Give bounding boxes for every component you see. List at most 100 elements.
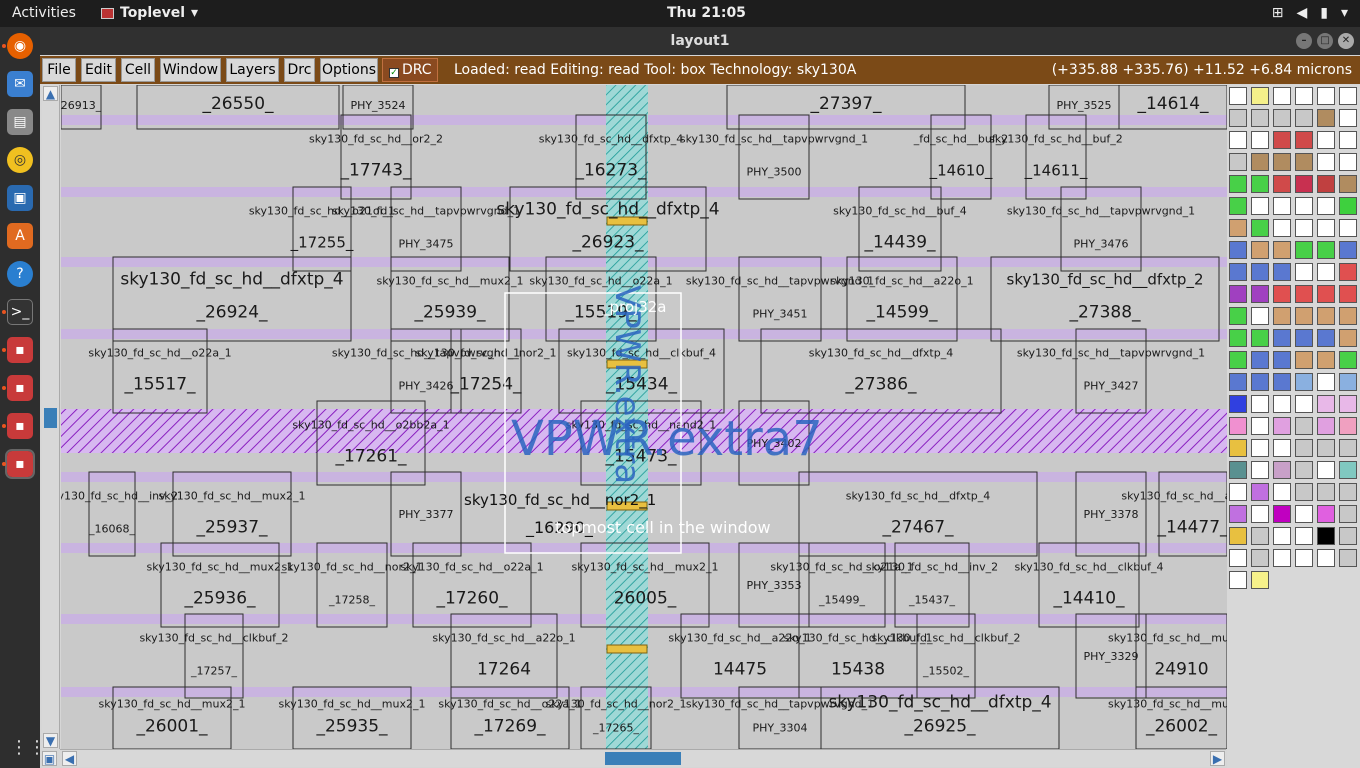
layer-swatch[interactable]: [1295, 197, 1313, 215]
layer-swatch[interactable]: [1251, 395, 1269, 413]
layer-swatch[interactable]: [1273, 175, 1291, 193]
layer-swatch[interactable]: [1229, 351, 1247, 369]
libreoffice-writer-icon[interactable]: ▣: [7, 185, 33, 211]
layer-swatch[interactable]: [1251, 329, 1269, 347]
layer-swatch[interactable]: [1295, 417, 1313, 435]
layer-swatch[interactable]: [1273, 461, 1291, 479]
scroll-down-arrow-icon[interactable]: ▼: [43, 733, 58, 748]
layer-swatch[interactable]: [1229, 483, 1247, 501]
cell-outline[interactable]: [1075, 328, 1147, 414]
layer-swatch[interactable]: [1295, 439, 1313, 457]
layer-swatch[interactable]: [1229, 571, 1247, 589]
layer-swatch[interactable]: [1229, 395, 1247, 413]
layer-swatch[interactable]: [1295, 153, 1313, 171]
layer-swatch[interactable]: [1295, 549, 1313, 567]
cell-outline[interactable]: [390, 256, 510, 342]
layer-swatch[interactable]: [1229, 131, 1247, 149]
firefox-icon[interactable]: ◉: [7, 33, 33, 59]
magic-window-icon[interactable]: ▪: [7, 337, 33, 363]
layer-swatch[interactable]: [1229, 527, 1247, 545]
cell-outline[interactable]: [112, 328, 208, 414]
layer-swatch[interactable]: [1273, 131, 1291, 149]
horizontal-scroll-thumb[interactable]: [605, 752, 681, 765]
layer-swatch[interactable]: [1273, 483, 1291, 501]
layer-swatch[interactable]: [1229, 439, 1247, 457]
layer-swatch[interactable]: [1339, 461, 1357, 479]
layer-swatch[interactable]: [1317, 263, 1335, 281]
layer-swatch[interactable]: [1273, 417, 1291, 435]
layer-swatch[interactable]: [1339, 549, 1357, 567]
layer-swatch[interactable]: [1273, 373, 1291, 391]
activities-button[interactable]: Activities: [12, 5, 76, 21]
layer-swatch[interactable]: [1317, 329, 1335, 347]
layer-swatch[interactable]: [1339, 241, 1357, 259]
layer-swatch[interactable]: [1339, 219, 1357, 237]
layer-swatch[interactable]: [1229, 373, 1247, 391]
layer-swatch[interactable]: [1339, 373, 1357, 391]
layer-swatch[interactable]: [1273, 439, 1291, 457]
layer-swatch[interactable]: [1273, 527, 1291, 545]
layer-swatch[interactable]: [1317, 483, 1335, 501]
layer-swatch[interactable]: [1251, 571, 1269, 589]
files-icon[interactable]: ▤: [7, 109, 33, 135]
layer-swatch[interactable]: [1339, 329, 1357, 347]
layer-swatch[interactable]: [1295, 307, 1313, 325]
layer-swatch[interactable]: [1295, 505, 1313, 523]
layer-swatch[interactable]: [1251, 241, 1269, 259]
layer-swatch[interactable]: [1339, 263, 1357, 281]
menu-window[interactable]: Window: [160, 58, 221, 82]
help-icon[interactable]: ?: [7, 261, 33, 287]
scroll-right-arrow-icon[interactable]: ▶: [1210, 751, 1225, 766]
layer-swatch[interactable]: [1317, 307, 1335, 325]
layer-swatch[interactable]: [1229, 329, 1247, 347]
layer-swatch[interactable]: [1251, 505, 1269, 523]
layer-swatch[interactable]: [1273, 197, 1291, 215]
layer-swatch[interactable]: [1251, 351, 1269, 369]
layer-swatch[interactable]: [1273, 219, 1291, 237]
layer-swatch[interactable]: [1295, 285, 1313, 303]
layer-swatch[interactable]: [1273, 285, 1291, 303]
layer-swatch[interactable]: [1317, 87, 1335, 105]
layer-swatch[interactable]: [1251, 131, 1269, 149]
minimize-icon[interactable]: –: [1296, 33, 1312, 49]
layer-swatch[interactable]: [1229, 285, 1247, 303]
layer-swatch[interactable]: [1273, 505, 1291, 523]
layer-swatch[interactable]: [1273, 241, 1291, 259]
software-center-icon[interactable]: A: [7, 223, 33, 249]
layer-swatch[interactable]: [1295, 461, 1313, 479]
layer-swatch[interactable]: [1339, 417, 1357, 435]
layer-swatch[interactable]: [1273, 87, 1291, 105]
layer-swatch[interactable]: [1317, 461, 1335, 479]
layer-swatch[interactable]: [1229, 219, 1247, 237]
layer-swatch[interactable]: [1339, 131, 1357, 149]
layer-swatch[interactable]: [1229, 461, 1247, 479]
layer-swatch[interactable]: [1251, 87, 1269, 105]
layer-swatch[interactable]: [1229, 153, 1247, 171]
layer-swatch[interactable]: [1339, 483, 1357, 501]
cell-outline[interactable]: [738, 256, 822, 342]
layer-swatch[interactable]: [1251, 307, 1269, 325]
layer-swatch[interactable]: [1317, 373, 1335, 391]
layer-swatch[interactable]: [1295, 527, 1313, 545]
rhythmbox-icon[interactable]: ◎: [7, 147, 33, 173]
layer-swatch[interactable]: [1295, 351, 1313, 369]
layer-swatch[interactable]: [1317, 131, 1335, 149]
layer-swatch[interactable]: [1317, 197, 1335, 215]
layer-swatch[interactable]: [1273, 109, 1291, 127]
terminal-icon[interactable]: >_: [7, 299, 33, 325]
layer-swatch[interactable]: [1339, 109, 1357, 127]
layer-swatch[interactable]: [1339, 87, 1357, 105]
layer-swatch[interactable]: [1317, 285, 1335, 303]
layer-swatch[interactable]: [1295, 263, 1313, 281]
vertical-scroll-thumb[interactable]: [44, 408, 57, 428]
layer-swatch[interactable]: [1273, 307, 1291, 325]
layer-swatch[interactable]: [1229, 307, 1247, 325]
scroll-corner-icon[interactable]: ▣: [42, 751, 57, 766]
menu-edit[interactable]: Edit: [81, 58, 116, 82]
layer-swatch[interactable]: [1317, 417, 1335, 435]
cell-outline[interactable]: [1025, 114, 1087, 200]
layer-swatch[interactable]: [1317, 395, 1335, 413]
menu-layers[interactable]: Layers: [226, 58, 279, 82]
layer-swatch[interactable]: [1339, 505, 1357, 523]
clock[interactable]: Thu 21:05: [667, 5, 746, 21]
